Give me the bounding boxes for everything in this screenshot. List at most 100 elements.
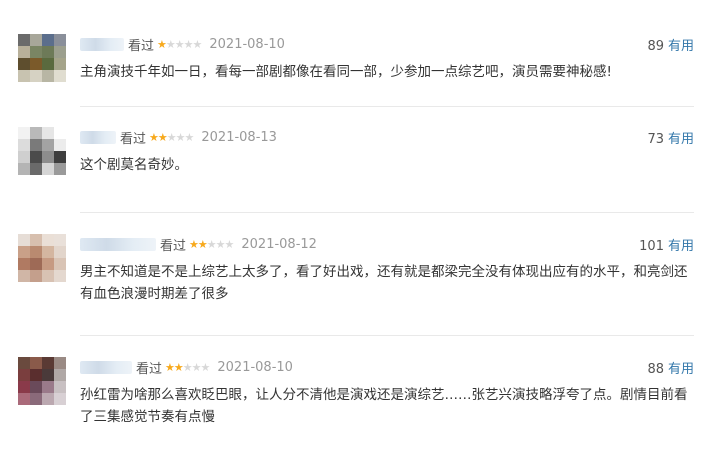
avatar-pixel xyxy=(42,270,54,282)
avatar-pixel xyxy=(18,58,30,70)
watched-status: 看过 xyxy=(128,38,155,54)
avatar-pixel xyxy=(42,357,54,369)
avatar-pixel xyxy=(54,70,66,82)
avatar-pixel xyxy=(54,369,66,381)
review-item: 看过 ★ ★ ★ ★ ★ 2021-08-13 73 有用 这个剧莫名奇妙。 xyxy=(18,127,694,213)
avatar-pixel xyxy=(42,70,54,82)
divider xyxy=(80,106,694,107)
review-date: 2021-08-13 xyxy=(201,129,277,145)
star-rating: ★ ★ ★ ★ ★ xyxy=(149,130,195,144)
avatar-pixel xyxy=(30,381,42,393)
star-filled-icon: ★ xyxy=(149,130,159,144)
star-rating: ★ ★ ★ ★ ★ xyxy=(165,360,210,374)
avatar-pixel xyxy=(18,139,30,151)
review-header: 看过 ★ ★ ★ ★ ★ 2021-08-10 xyxy=(80,35,285,54)
star-empty-icon: ★ xyxy=(182,360,193,374)
useful-label[interactable]: 有用 xyxy=(668,239,694,254)
avatar-pixel xyxy=(54,246,66,258)
avatar-pixel xyxy=(54,151,66,163)
review-content: 男主不知道是不是上综艺上太多了，看了好出戏，还有就是都梁完全没有体现出应有的水平… xyxy=(80,264,688,302)
star-rating: ★ ★ ★ ★ ★ xyxy=(157,37,202,51)
avatar-pixel xyxy=(18,381,30,393)
useful-button[interactable]: 73 有用 xyxy=(647,128,694,147)
avatar-pixel xyxy=(42,381,54,393)
avatar-pixel xyxy=(18,163,30,175)
useful-count: 88 xyxy=(647,362,664,377)
avatar-pixel xyxy=(18,151,30,163)
avatar-pixel xyxy=(18,258,30,270)
review-header: 看过 ★ ★ ★ ★ ★ 2021-08-13 xyxy=(80,128,277,147)
avatar-pixel xyxy=(18,34,30,46)
avatar-pixel xyxy=(54,270,66,282)
useful-button[interactable]: 101 有用 xyxy=(639,235,694,254)
avatar-pixel xyxy=(30,127,42,139)
username-blurred[interactable] xyxy=(80,237,156,251)
username-blurred[interactable] xyxy=(80,360,132,374)
avatar-pixel xyxy=(54,139,66,151)
avatar-pixel xyxy=(30,258,42,270)
avatar-pixel xyxy=(42,246,54,258)
useful-button[interactable]: 89 有用 xyxy=(647,35,694,54)
avatar-pixel xyxy=(30,246,42,258)
review-date: 2021-08-10 xyxy=(217,359,293,375)
avatar-pixel xyxy=(54,46,66,58)
avatar-pixel xyxy=(18,357,30,369)
useful-label[interactable]: 有用 xyxy=(668,132,694,147)
review-list: 看过 ★ ★ ★ ★ ★ 2021-08-10 89 有用 主角演技千年如一日，看每一部剧… xyxy=(0,0,720,451)
avatar[interactable] xyxy=(18,34,66,82)
avatar-pixel xyxy=(30,234,42,246)
useful-label[interactable]: 有用 xyxy=(668,362,694,377)
star-empty-icon: ★ xyxy=(191,360,202,374)
avatar-pixel xyxy=(30,34,42,46)
avatar-pixel xyxy=(30,270,42,282)
avatar-pixel xyxy=(18,127,30,139)
useful-count: 89 xyxy=(647,39,664,54)
review-content: 这个剧莫名奇妙。 xyxy=(80,157,188,173)
watched-status: 看过 xyxy=(160,238,187,254)
avatar-pixel xyxy=(54,34,66,46)
avatar-pixel xyxy=(18,369,30,381)
avatar-pixel xyxy=(42,234,54,246)
star-empty-icon: ★ xyxy=(224,237,235,251)
star-empty-icon: ★ xyxy=(166,130,177,144)
star-filled-icon: ★ xyxy=(157,130,168,144)
divider xyxy=(80,212,694,213)
useful-label[interactable]: 有用 xyxy=(668,39,694,54)
avatar[interactable] xyxy=(18,234,66,282)
watched-status: 看过 xyxy=(120,131,147,147)
star-empty-icon: ★ xyxy=(183,37,194,51)
avatar-pixel xyxy=(18,393,30,405)
username-blurred[interactable] xyxy=(80,130,116,144)
avatar[interactable] xyxy=(18,357,66,405)
avatar-pixel xyxy=(54,381,66,393)
avatar-pixel xyxy=(30,151,42,163)
star-empty-icon: ★ xyxy=(184,130,195,144)
avatar-pixel xyxy=(54,163,66,175)
avatar-pixel xyxy=(54,58,66,70)
avatar-pixel xyxy=(30,139,42,151)
avatar[interactable] xyxy=(18,127,66,175)
avatar-pixel xyxy=(42,34,54,46)
avatar-pixel xyxy=(18,234,30,246)
review-item: 看过 ★ ★ ★ ★ ★ 2021-08-10 89 有用 主角演技千年如一日，看每一部剧… xyxy=(18,34,694,104)
review-content: 孙红雷为啥那么喜欢眨巴眼，让人分不清他是演戏还是演综艺……张艺兴演技略浮夸了点。… xyxy=(80,387,688,425)
avatar-pixel xyxy=(42,139,54,151)
star-empty-icon: ★ xyxy=(165,37,176,51)
watched-status: 看过 xyxy=(136,361,163,377)
avatar-pixel xyxy=(42,46,54,58)
avatar-pixel xyxy=(18,270,30,282)
star-filled-icon: ★ xyxy=(157,37,167,51)
avatar-pixel xyxy=(30,46,42,58)
star-empty-icon: ★ xyxy=(174,37,185,51)
avatar-pixel xyxy=(30,369,42,381)
avatar-pixel xyxy=(54,127,66,139)
avatar-pixel xyxy=(30,70,42,82)
avatar-pixel xyxy=(54,258,66,270)
avatar-pixel xyxy=(54,234,66,246)
username-blurred[interactable] xyxy=(80,37,124,51)
avatar-pixel xyxy=(18,70,30,82)
avatar-pixel xyxy=(42,163,54,175)
avatar-pixel xyxy=(54,393,66,405)
review-item: 看过 ★ ★ ★ ★ ★ 2021-08-10 88 有用 孙红雷为啥那么喜欢眨巴眼，让人… xyxy=(18,357,694,451)
useful-button[interactable]: 88 有用 xyxy=(647,358,694,377)
